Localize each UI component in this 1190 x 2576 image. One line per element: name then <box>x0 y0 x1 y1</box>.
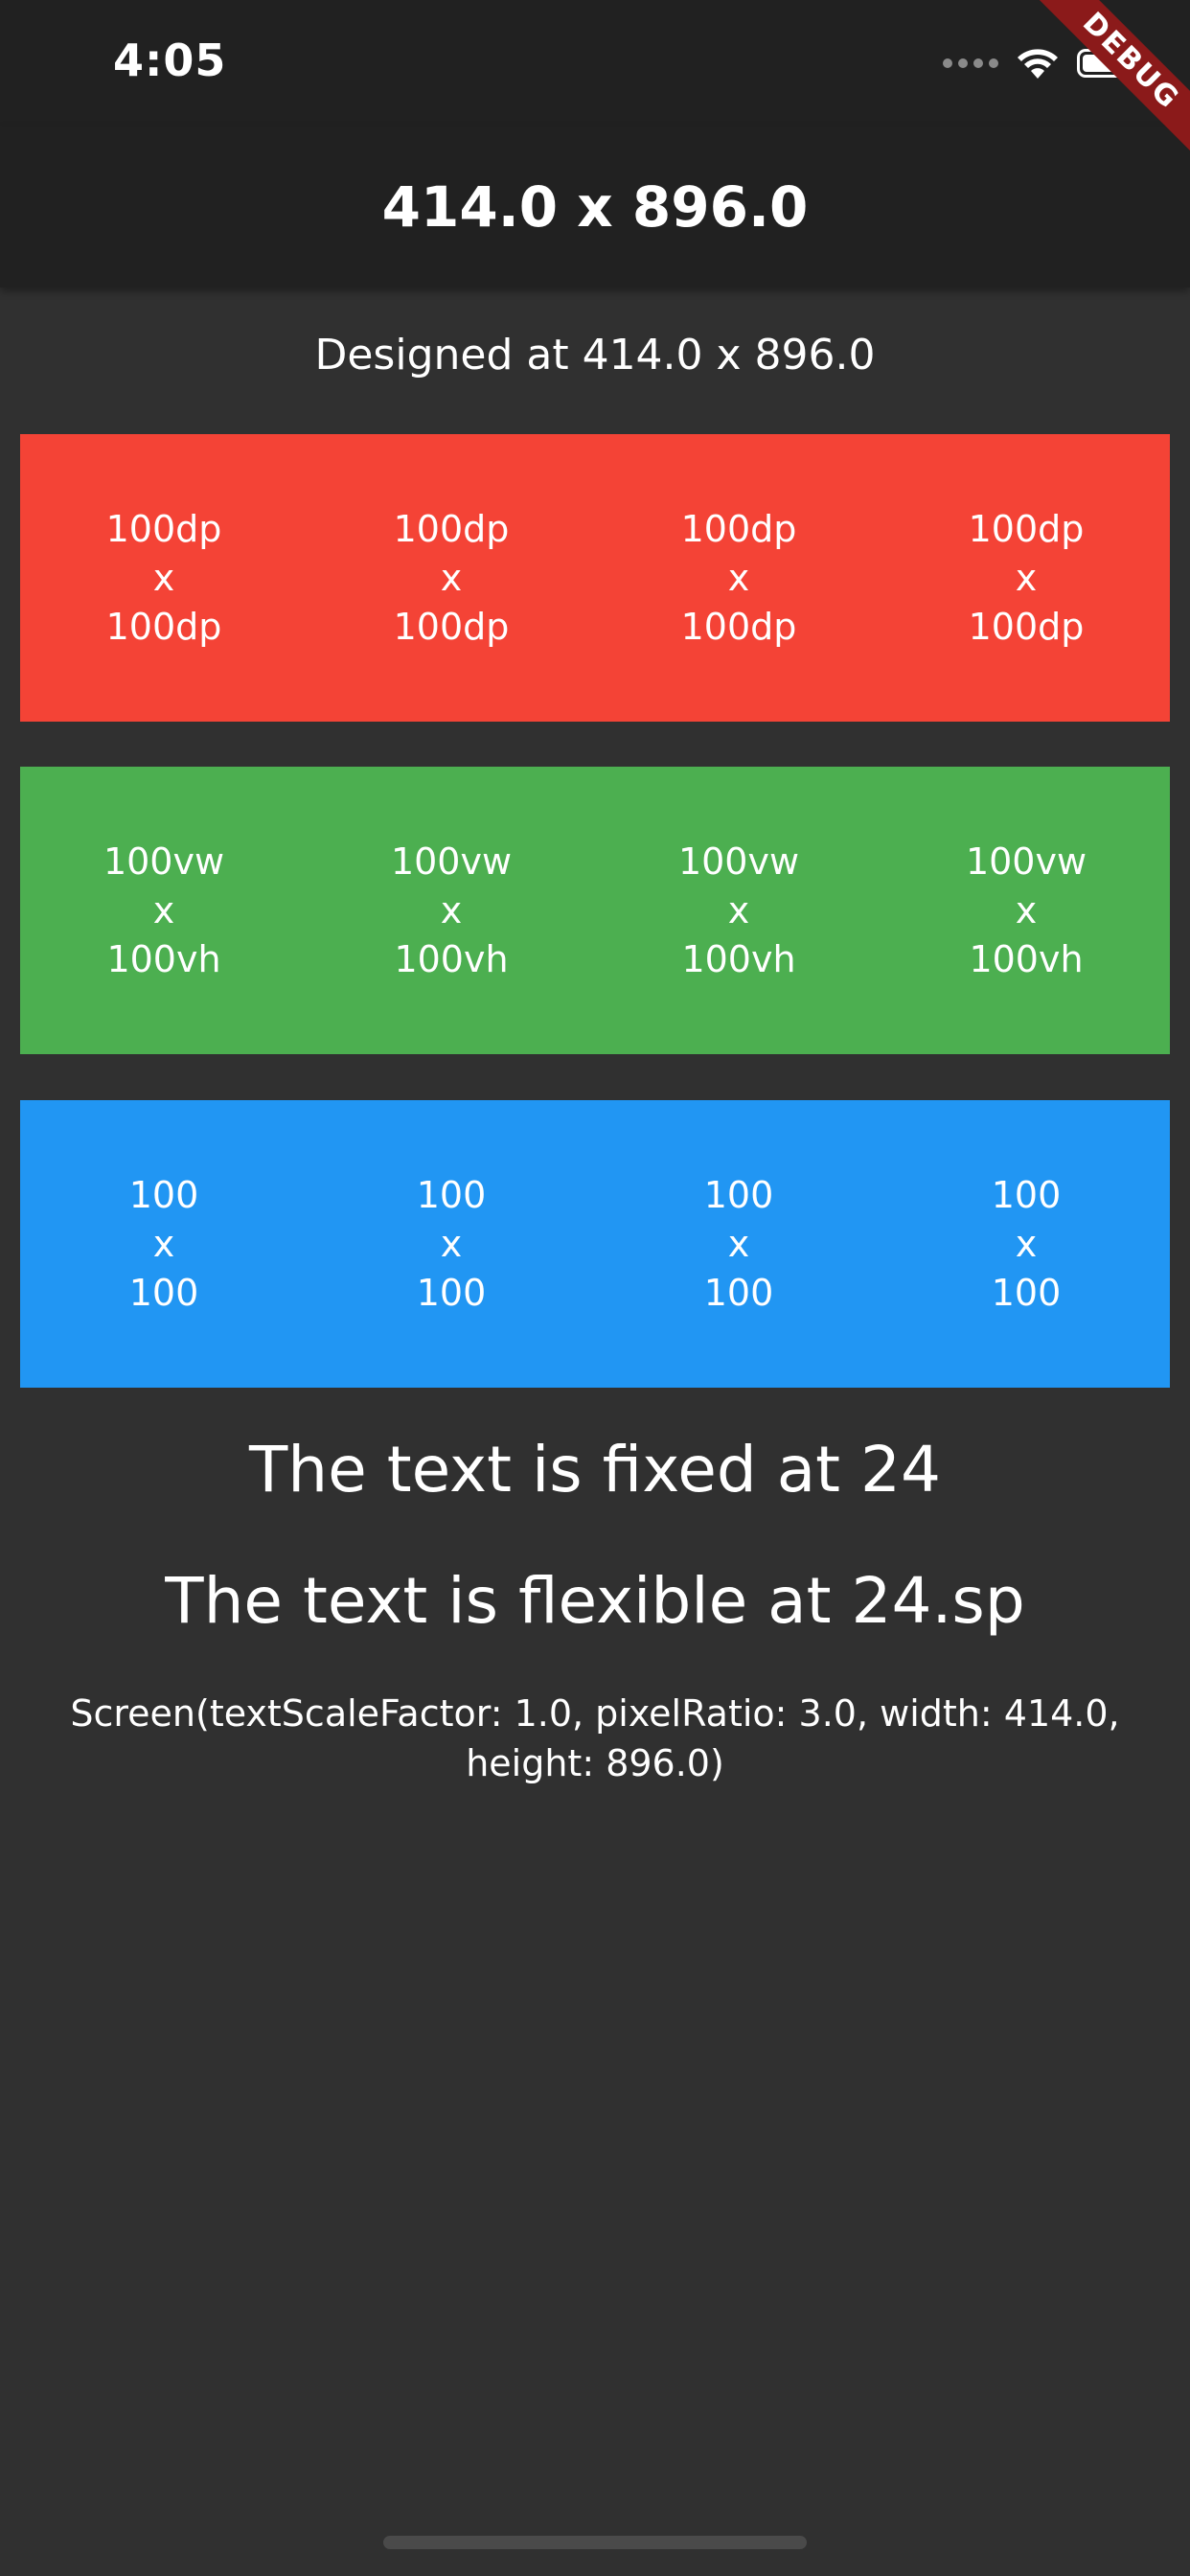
cell-height: 100dp <box>393 605 510 648</box>
fixed-size-text: The text is fixed at 24 <box>248 1433 942 1506</box>
blue-box-cell: 100 x 100 <box>308 1100 595 1388</box>
cell-width: 100 <box>703 1173 774 1216</box>
cell-width: 100 <box>991 1173 1062 1216</box>
cell-x: x <box>152 888 175 932</box>
green-box-cell: 100vw x 100vh <box>882 767 1170 1054</box>
red-box-cell: 100dp x 100dp <box>20 434 308 722</box>
debug-banner: DEBUG <box>1008 0 1190 182</box>
cell-width: 100vw <box>390 840 513 883</box>
cell-height: 100dp <box>105 605 222 648</box>
cell-x: x <box>727 556 750 599</box>
cell-width: 100dp <box>105 507 222 550</box>
red-box-row: 100dp x 100dp 100dp x 100dp 100dp x 100d… <box>20 434 1170 722</box>
debug-label: DEBUG <box>1008 0 1190 182</box>
cell-height: 100vh <box>394 937 509 980</box>
red-box-cell: 100dp x 100dp <box>882 434 1170 722</box>
signal-dots-icon <box>943 58 998 68</box>
green-box-cell: 100vw x 100vh <box>595 767 882 1054</box>
status-time: 4:05 <box>113 34 227 86</box>
cell-width: 100vw <box>677 840 800 883</box>
cell-width: 100 <box>416 1173 487 1216</box>
cell-width: 100dp <box>680 507 797 550</box>
designed-at-text: Designed at 414.0 x 896.0 <box>314 331 876 380</box>
cell-x: x <box>1015 1222 1038 1265</box>
cell-height: 100vh <box>106 937 221 980</box>
blue-box-row: 100 x 100 100 x 100 100 x 100 100 x 100 <box>20 1100 1170 1388</box>
cell-width: 100 <box>128 1173 199 1216</box>
blue-box-cell: 100 x 100 <box>595 1100 882 1388</box>
cell-width: 100vw <box>103 840 225 883</box>
green-box-row: 100vw x 100vh 100vw x 100vh 100vw x 100v… <box>20 767 1170 1054</box>
green-box-cell: 100vw x 100vh <box>308 767 595 1054</box>
cell-height: 100 <box>128 1271 199 1314</box>
red-box-cell: 100dp x 100dp <box>308 434 595 722</box>
cell-x: x <box>727 1222 750 1265</box>
cell-x: x <box>152 556 175 599</box>
cell-height: 100 <box>703 1271 774 1314</box>
cell-height: 100 <box>416 1271 487 1314</box>
cell-height: 100 <box>991 1271 1062 1314</box>
app-title: 414.0 x 896.0 <box>381 174 809 240</box>
home-indicator[interactable] <box>383 2536 807 2549</box>
blue-box-cell: 100 x 100 <box>20 1100 308 1388</box>
green-box-cell: 100vw x 100vh <box>20 767 308 1054</box>
cell-width: 100vw <box>965 840 1087 883</box>
cell-height: 100vh <box>969 937 1084 980</box>
cell-x: x <box>152 1222 175 1265</box>
cell-height: 100dp <box>680 605 797 648</box>
cell-x: x <box>1015 556 1038 599</box>
cell-height: 100dp <box>968 605 1085 648</box>
cell-x: x <box>440 556 463 599</box>
cell-x: x <box>440 1222 463 1265</box>
cell-x: x <box>440 888 463 932</box>
cell-x: x <box>1015 888 1038 932</box>
flexible-size-text: The text is flexible at 24.sp <box>165 1564 1025 1638</box>
cell-x: x <box>727 888 750 932</box>
cell-width: 100dp <box>393 507 510 550</box>
screen-info-text: Screen(textScaleFactor: 1.0, pixelRatio:… <box>70 1692 1120 1784</box>
cell-width: 100dp <box>968 507 1085 550</box>
blue-box-cell: 100 x 100 <box>882 1100 1170 1388</box>
red-box-cell: 100dp x 100dp <box>595 434 882 722</box>
cell-height: 100vh <box>681 937 796 980</box>
